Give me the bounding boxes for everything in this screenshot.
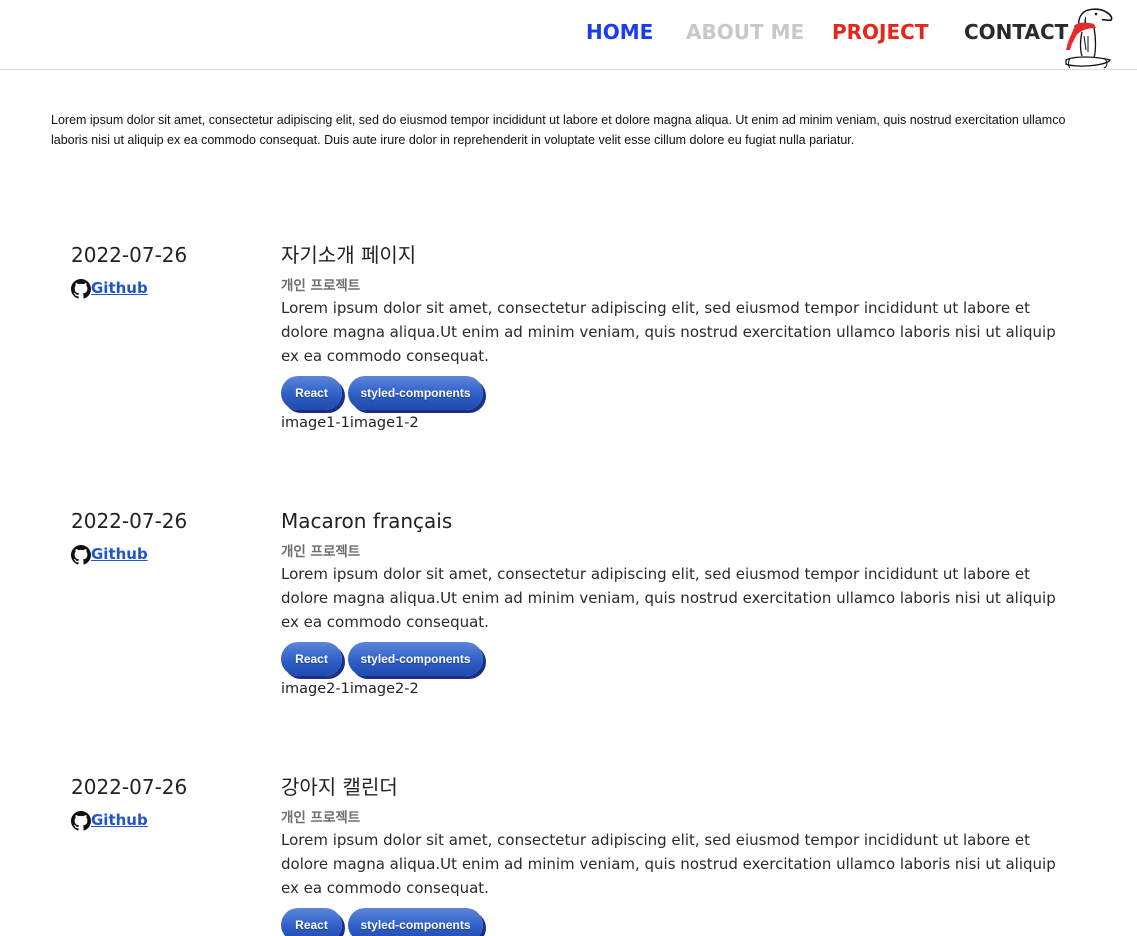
tag-styled-components[interactable]: styled-components [348, 642, 483, 676]
tag-react[interactable]: React [281, 642, 342, 676]
project-description: Lorem ipsum dolor sit amet, consectetur … [281, 831, 1056, 897]
nav-project-link[interactable]: PROJECT [832, 20, 928, 44]
nav-home-link[interactable]: HOME [586, 20, 653, 44]
project-date: 2022-07-26 [71, 243, 188, 267]
site-header: HOME ABOUT ME PROJECT CONTACT [0, 0, 1137, 70]
github-link[interactable]: Github [71, 277, 148, 299]
project-title: 자기소개 페이지 [281, 243, 417, 267]
project-date: 2022-07-26 [71, 509, 188, 533]
github-link[interactable]: Github [71, 809, 148, 831]
nav-contact-link[interactable]: CONTACT [964, 20, 1068, 44]
project-title: Macaron français [281, 509, 453, 533]
tag-react[interactable]: React [281, 908, 342, 936]
project-date: 2022-07-26 [71, 775, 188, 799]
github-icon [71, 279, 91, 299]
tag-react[interactable]: React [281, 376, 342, 410]
project-type: 개인 프로젝트 [281, 544, 361, 560]
tag-styled-components[interactable]: styled-components [348, 908, 483, 936]
tag-list: React styled-components [281, 376, 483, 410]
github-link[interactable]: Github [71, 543, 148, 565]
nav-about-link[interactable]: ABOUT ME [686, 20, 804, 44]
project-images: image1-1image1-2 [281, 415, 419, 431]
dog-with-scarf-icon[interactable] [1060, 6, 1116, 70]
tag-styled-components[interactable]: styled-components [348, 376, 483, 410]
tag-list: React styled-components [281, 642, 483, 676]
github-link-label[interactable]: Github [91, 810, 148, 830]
github-icon [71, 811, 91, 831]
intro-text: Lorem ipsum dolor sit amet, consectetur … [51, 113, 1066, 147]
github-icon [71, 545, 91, 565]
github-link-label[interactable]: Github [91, 544, 148, 564]
project-images: image2-1image2-2 [281, 681, 419, 697]
github-link-label[interactable]: Github [91, 278, 148, 298]
tag-list: React styled-components [281, 908, 483, 936]
project-description: Lorem ipsum dolor sit amet, consectetur … [281, 299, 1056, 365]
project-type: 개인 프로젝트 [281, 810, 361, 826]
project-type: 개인 프로젝트 [281, 278, 361, 294]
project-title: 강아지 캘린더 [281, 775, 398, 799]
project-description: Lorem ipsum dolor sit amet, consectetur … [281, 565, 1056, 631]
